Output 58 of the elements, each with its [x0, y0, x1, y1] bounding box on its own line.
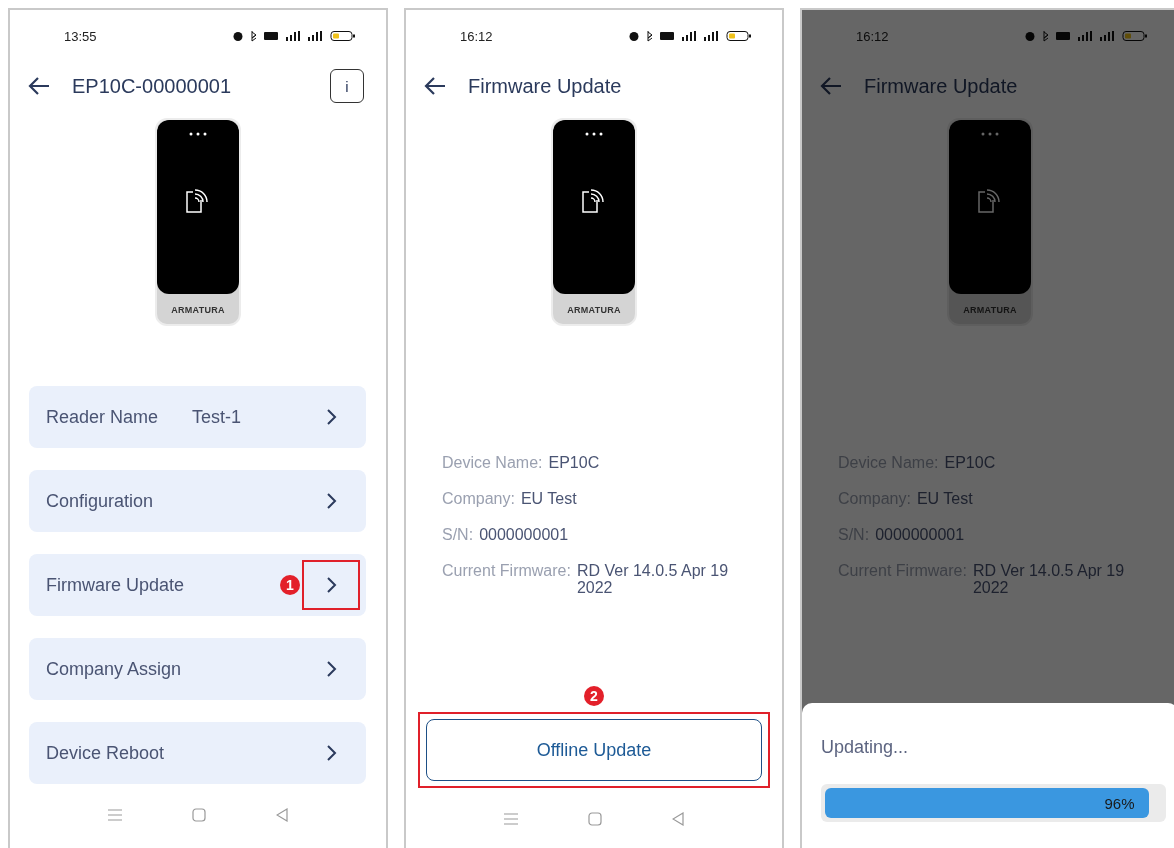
nfc-card-icon — [581, 186, 607, 214]
back-triangle-icon[interactable] — [672, 812, 684, 826]
callout-number: 1 — [280, 575, 300, 595]
status-time: 16:12 — [856, 28, 889, 44]
info-value: EU Test — [916, 490, 973, 507]
status-time: 13:55 — [64, 28, 97, 44]
dots-icon — [980, 132, 1000, 136]
chevron-right-icon — [325, 744, 337, 762]
menu-item[interactable]: Firmware Update 1 — [29, 554, 366, 616]
screen-title: EP10C-00000001 — [72, 74, 232, 98]
info-button[interactable]: i — [330, 69, 364, 103]
info-label: S/N: — [442, 526, 474, 543]
nfc-card-icon — [185, 186, 211, 214]
dialog-title: Updating... — [821, 737, 910, 758]
callout-number: 2 — [584, 686, 604, 706]
chevron-right-icon — [325, 492, 337, 510]
status-time: 16:12 — [460, 28, 493, 44]
menu-label: Company Assign — [46, 658, 182, 680]
info-label: Company: — [442, 490, 515, 507]
menu-label: Configuration — [46, 490, 154, 512]
back-arrow-icon[interactable] — [424, 77, 446, 95]
menu-icon[interactable] — [108, 809, 122, 821]
chevron-right-icon — [325, 576, 337, 594]
back-triangle-icon[interactable] — [276, 808, 288, 822]
info-value: RD Ver 14.0.5 Apr 19 2022 — [972, 562, 1126, 596]
menu-icon[interactable] — [504, 813, 518, 825]
back-arrow-icon[interactable] — [28, 77, 50, 95]
menu-label: Reader Name — [46, 406, 159, 428]
home-square-icon[interactable] — [192, 808, 206, 822]
brand-label: ARMATURA — [567, 305, 621, 315]
chevron-button[interactable] — [302, 560, 360, 610]
menu-label: Firmware Update — [46, 574, 185, 596]
menu-item[interactable]: Device Reboot — [29, 722, 366, 784]
info-value: RD Ver 14.0.5 Apr 19 2022 — [576, 562, 730, 596]
offline-update-button[interactable]: Offline Update — [426, 719, 762, 781]
menu-item[interactable]: Reader Name Test-1 — [29, 386, 366, 448]
info-value: EP10C — [548, 454, 600, 471]
nfc-card-icon — [977, 186, 1003, 214]
dots-icon — [584, 132, 604, 136]
brand-label: ARMATURA — [963, 305, 1017, 315]
screen-title: Firmware Update — [468, 74, 623, 98]
info-value: EU Test — [520, 490, 577, 507]
info-label: Current Firmware: — [442, 562, 571, 581]
menu-item[interactable]: Configuration — [29, 470, 366, 532]
menu-label: Device Reboot — [46, 742, 165, 764]
chevron-right-icon — [325, 408, 337, 426]
dots-icon — [188, 132, 208, 136]
info-value: 0000000001 — [875, 526, 965, 543]
info-value: 0000000001 — [479, 526, 569, 543]
home-square-icon[interactable] — [588, 812, 602, 826]
screen-title: Firmware Update — [864, 74, 1019, 98]
chevron-right-icon — [325, 660, 337, 678]
progress-reading: 96% — [1104, 794, 1135, 812]
menu-value: Test-1 — [192, 406, 242, 428]
menu-item[interactable]: Company Assign — [29, 638, 366, 700]
info-label: Device Name: — [442, 454, 543, 471]
info-value: EP10C — [944, 454, 996, 471]
brand-label: ARMATURA — [171, 305, 225, 315]
